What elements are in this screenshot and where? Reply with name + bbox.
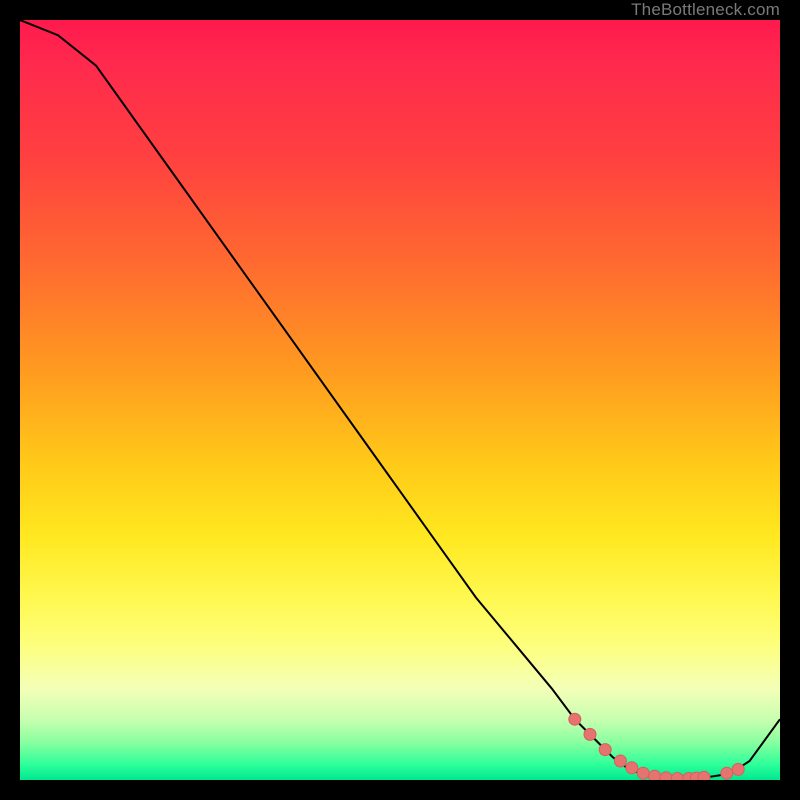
curve-marker [637,767,649,779]
chart-frame: TheBottleneck.com [0,0,800,800]
plot-area [20,20,780,780]
curve-marker [584,728,596,740]
curve-marker [599,744,611,756]
curve-marker [614,755,626,767]
curve-marker [569,713,581,725]
bottleneck-curve [20,20,780,779]
curve-marker [721,767,733,779]
curve-marker [698,771,710,780]
watermark-text: TheBottleneck.com [631,0,780,20]
curve-marker [626,762,638,774]
curve-marker [660,772,672,780]
curve-marker [649,770,661,780]
curve-markers [569,713,744,780]
curve-marker [671,773,683,781]
curve-marker [732,763,744,775]
curve-svg [20,20,780,780]
